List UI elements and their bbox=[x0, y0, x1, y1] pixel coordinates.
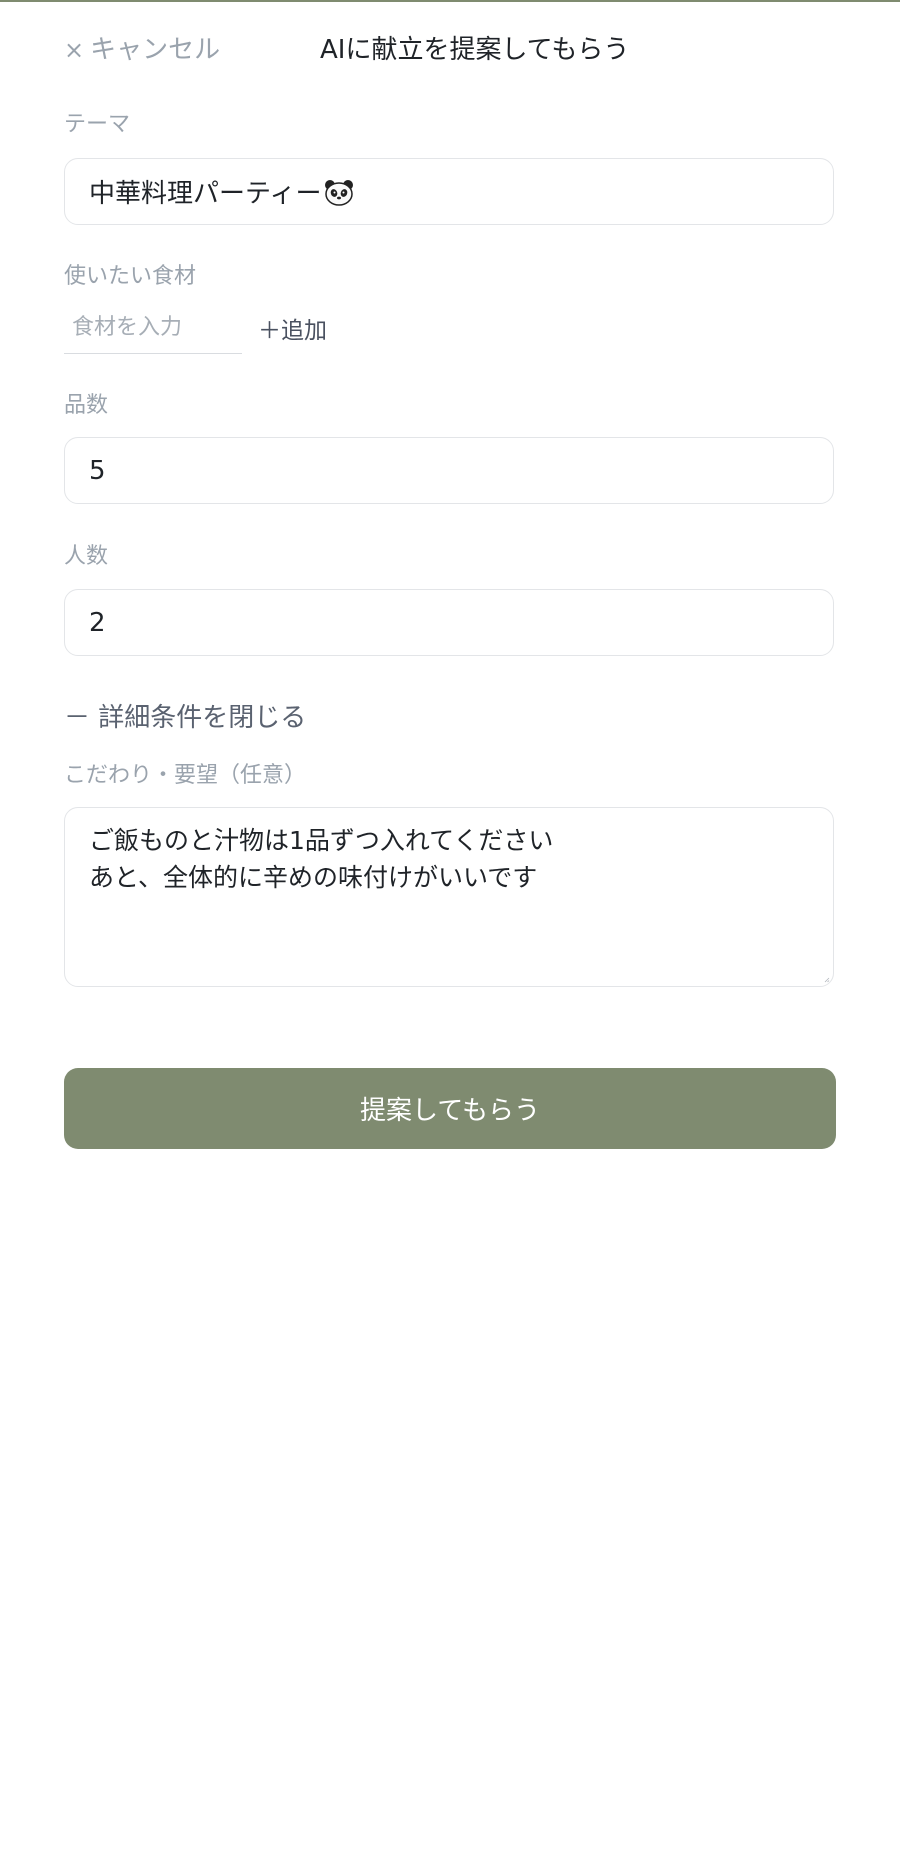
panda-icon bbox=[325, 179, 354, 206]
close-icon: × bbox=[64, 36, 85, 64]
people-count-input[interactable]: 2 bbox=[64, 589, 834, 656]
cancel-button[interactable]: × キャンセル bbox=[64, 30, 220, 70]
ingredient-input[interactable]: 食材を入力 bbox=[64, 306, 242, 354]
theme-label: テーマ bbox=[64, 112, 131, 137]
dish-count-label: 品数 bbox=[64, 393, 109, 418]
close-details-toggle[interactable]: － 詳細条件を閉じる bbox=[64, 698, 306, 738]
dish-count-value: 5 bbox=[89, 455, 106, 486]
requests-label: こだわり・要望（任意） bbox=[64, 763, 307, 788]
resize-handle-icon[interactable] bbox=[824, 977, 830, 983]
page-title: AIに献立を提案してもらう bbox=[320, 35, 630, 65]
add-ingredient-button[interactable]: ＋追加 bbox=[258, 314, 327, 348]
people-count-value: 2 bbox=[89, 607, 106, 638]
ingredient-placeholder: 食材を入力 bbox=[72, 315, 183, 340]
dish-count-input[interactable]: 5 bbox=[64, 437, 834, 504]
theme-input[interactable]: 中華料理パーティー bbox=[64, 158, 834, 225]
top-accent-rule bbox=[0, 0, 900, 2]
suggest-button[interactable]: 提案してもらう bbox=[64, 1068, 836, 1149]
header: × キャンセル AIに献立を提案してもらう bbox=[64, 30, 836, 70]
requests-line: ご飯ものと汁物は1品ずつ入れてください bbox=[89, 826, 554, 855]
requests-line: あと、全体的に辛めの味付けがいいです bbox=[89, 863, 538, 892]
people-count-label: 人数 bbox=[64, 544, 109, 569]
requests-textarea[interactable]: ご飯ものと汁物は1品ずつ入れてください あと、全体的に辛めの味付けがいいです bbox=[64, 807, 834, 987]
theme-value: 中華料理パーティー bbox=[89, 179, 322, 209]
cancel-label: キャンセル bbox=[90, 35, 221, 65]
ingredients-label: 使いたい食材 bbox=[64, 264, 197, 289]
